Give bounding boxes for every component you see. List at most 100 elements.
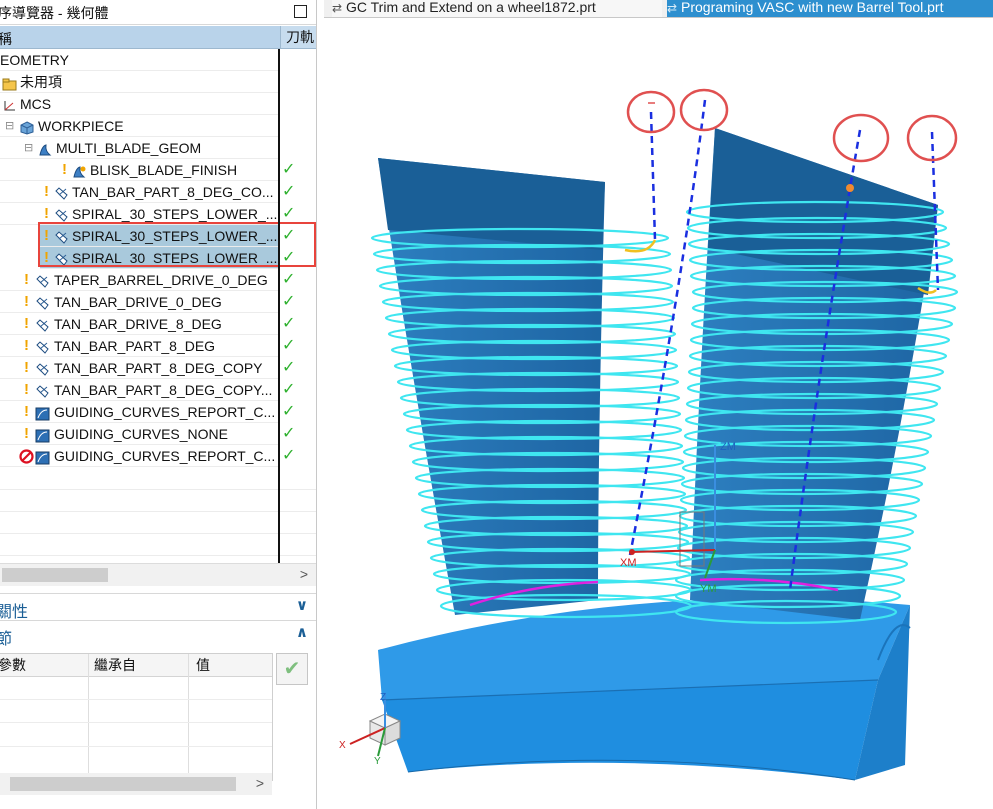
axis-label-zm: ZM: [720, 441, 736, 453]
tree-node-label: GUIDING_CURVES_NONE: [54, 426, 229, 442]
tree-node-operation[interactable]: ! GUIDING_CURVES_NONE: [0, 423, 278, 445]
inherited-from-header-label: 繼承自: [94, 657, 136, 673]
tree-node-geometry[interactable]: EOMETRY: [0, 49, 278, 71]
tree-node-operation[interactable]: ! TAN_BAR_PART_8_DEG_COPY...: [0, 379, 278, 401]
axis-label-z: Z: [380, 692, 386, 703]
column-divider: [278, 49, 280, 563]
dependencies-section-title: 關性: [0, 604, 29, 621]
scroll-right-icon[interactable]: >: [256, 775, 264, 791]
tree-node-operation[interactable]: ! TAPER_BARREL_DRIVE_0_DEG: [0, 269, 278, 291]
toolpath-ok-icon: ✓: [282, 425, 296, 442]
toolpath-ok-icon: ✓: [282, 249, 296, 266]
scrollbar-thumb[interactable]: [10, 777, 236, 791]
warning-icon: !: [24, 271, 29, 288]
tree-node-label: BLISK_BLADE_FINISH: [90, 162, 238, 178]
tree-node-mcs[interactable]: MCS: [0, 93, 278, 115]
workpiece-icon: [20, 119, 35, 135]
variable-axis-operation-icon: [54, 207, 69, 222]
value-header-label: 值: [196, 657, 210, 673]
toolpath-ok-icon: ✓: [282, 381, 296, 398]
toolpath-ok-icon: ✓: [282, 205, 296, 222]
variable-axis-operation-icon: [54, 251, 69, 266]
collapse-icon[interactable]: ⊟: [5, 115, 14, 137]
tree-node-label: 未用項: [20, 74, 62, 90]
variable-axis-operation-icon: [35, 317, 50, 332]
tree-node-workpiece[interactable]: ⊟ WORKPIECE: [0, 115, 278, 137]
tree-node-label: SPIRAL_30_STEPS_LOWER_...: [72, 250, 278, 266]
operation-navigator-panel: 序導覽器 - 幾何體 稱 刀軌 EOMETRY 未用項 MCS ⊟: [0, 0, 317, 809]
toolpath-ok-icon: ✓: [282, 359, 296, 376]
tree-node-operation[interactable]: ! TAN_BAR_PART_8_DEG: [0, 335, 278, 357]
tree-node-operation[interactable]: ! TAN_BAR_PART_8_DEG_CO...: [0, 181, 278, 203]
collapse-icon[interactable]: ⊟: [24, 137, 33, 159]
variable-axis-operation-icon: [35, 273, 50, 288]
chevron-down-icon[interactable]: ∨: [296, 596, 308, 614]
value-header[interactable]: 值: [188, 654, 272, 677]
warning-icon: !: [24, 337, 29, 354]
empty-row: [0, 533, 316, 556]
scroll-right-icon[interactable]: >: [300, 566, 308, 582]
tree-node-operation[interactable]: ! TAN_BAR_DRIVE_0_DEG: [0, 291, 278, 313]
column-toolpath-header[interactable]: 刀軌: [280, 26, 316, 48]
tree-node-operation[interactable]: ! SPIRAL_30_STEPS_LOWER_...: [0, 203, 278, 225]
tab-label: Programing VASC with new Barrel Tool.prt: [681, 0, 944, 15]
graphics-window[interactable]: ⇄ GC Trim and Extend on a wheel1872.prt ⇄…: [324, 0, 993, 809]
axis-label-y: Y: [374, 756, 381, 767]
tree-node-label: TAPER_BARREL_DRIVE_0_DEG: [54, 272, 268, 288]
tree-node-operation[interactable]: ! BLISK_BLADE_FINISH: [0, 159, 278, 181]
tab-gc-trim-extend[interactable]: ⇄ GC Trim and Extend on a wheel1872.prt: [332, 0, 662, 17]
variable-axis-operation-icon: [35, 361, 50, 376]
tree-node-label: MCS: [20, 96, 52, 112]
inherited-from-header[interactable]: 繼承自: [88, 654, 188, 677]
table-horizontal-scrollbar[interactable]: >: [0, 773, 272, 795]
annotation-circles: [626, 88, 958, 163]
toolpath-ok-icon: ✓: [282, 447, 296, 464]
tree-node-multi-blade-geom[interactable]: ⊟ MULTI_BLADE_GEOM: [0, 137, 278, 159]
control-point: [846, 184, 854, 192]
tree-node-unused[interactable]: 未用項: [0, 71, 278, 93]
tree-node-operation[interactable]: ! TAN_BAR_PART_8_DEG_COPY: [0, 357, 278, 379]
empty-row: [0, 511, 316, 534]
warning-icon: !: [44, 227, 49, 244]
axis-label-xm: XM: [620, 557, 637, 569]
empty-row: [0, 489, 316, 512]
dependencies-section-header[interactable]: 關性 ∨: [0, 593, 316, 621]
apply-check-button[interactable]: ✔: [276, 653, 308, 685]
parameter-header-label: 參數: [0, 657, 26, 673]
scrollbar-thumb[interactable]: [2, 568, 108, 582]
multi-blade-icon: [38, 141, 53, 156]
warning-icon: !: [24, 403, 29, 420]
parameter-header[interactable]: 參數: [0, 654, 88, 677]
table-col-divider: [188, 654, 189, 780]
navigator-title: 序導覽器 - 幾何體: [0, 5, 109, 21]
tree-horizontal-scrollbar[interactable]: >: [0, 563, 316, 586]
toolpath-ok-icon: ✓: [282, 227, 296, 244]
navigator-title-bar: 序導覽器 - 幾何體: [0, 0, 316, 25]
no-entry-icon: [19, 448, 34, 464]
part-file-icon: ⇄: [332, 1, 343, 15]
table-row-divider: [0, 699, 272, 700]
tree-node-operation[interactable]: GUIDING_CURVES_REPORT_C...: [0, 445, 278, 467]
tree-node-operation[interactable]: ! GUIDING_CURVES_REPORT_C...: [0, 401, 278, 423]
variable-axis-operation-icon: [35, 295, 50, 310]
part-tab-bar: ⇄ GC Trim and Extend on a wheel1872.prt ⇄…: [324, 0, 993, 18]
tree-node-label: GUIDING_CURVES_REPORT_C...: [54, 448, 276, 464]
tree-node-label: TAN_BAR_DRIVE_8_DEG: [54, 316, 222, 332]
blisk-3d-view[interactable]: ZM XM YM Z X Y: [324, 17, 993, 809]
tree-node-operation[interactable]: ! TAN_BAR_DRIVE_8_DEG: [0, 313, 278, 335]
table-row-divider: [0, 722, 272, 723]
guiding-curves-icon: [35, 405, 50, 421]
column-name-header[interactable]: 稱: [0, 29, 12, 49]
tab-label: GC Trim and Extend on a wheel1872.prt: [346, 0, 596, 15]
axis-label-ym: YM: [700, 583, 717, 595]
tab-programing-vasc[interactable]: ⇄ Programing VASC with new Barrel Tool.pr…: [667, 0, 993, 17]
warning-icon: !: [24, 359, 29, 376]
tree-node-operation-selected[interactable]: ! SPIRAL_30_STEPS_LOWER_...: [40, 247, 278, 269]
toolpath-ok-icon: ✓: [282, 271, 296, 288]
chevron-up-icon[interactable]: ∧: [296, 623, 308, 641]
tree-node-label: SPIRAL_30_STEPS_LOWER_...: [72, 206, 278, 222]
maximize-icon[interactable]: [294, 5, 307, 18]
tree-node-operation-selected[interactable]: ! SPIRAL_30_STEPS_LOWER_...: [40, 225, 278, 247]
warning-icon: !: [24, 425, 29, 442]
details-section-header[interactable]: 節 ∧: [0, 620, 316, 648]
